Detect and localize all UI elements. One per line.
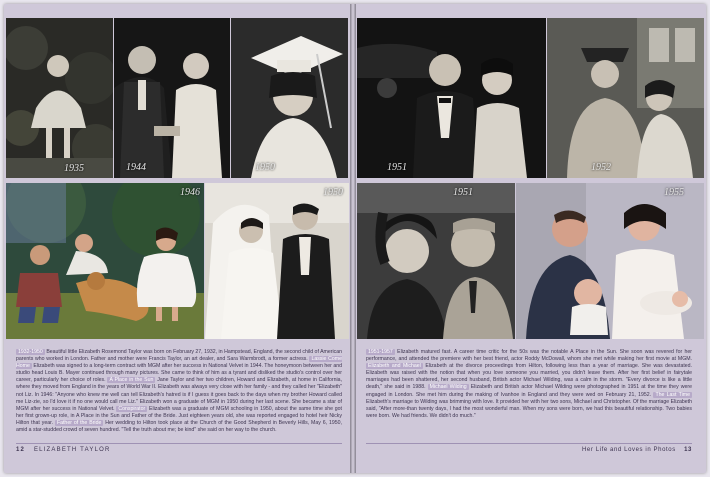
photo-year-label: 1950 (323, 187, 343, 198)
right-page-footer: Her Life and Loves in Photos 13 (582, 447, 692, 453)
photo-1950-wedding: 1950 (205, 183, 349, 339)
photo-year-label: 1935 (64, 163, 84, 174)
photo-1951-tuxedo-couple: 1951 (357, 18, 546, 178)
photo-year-label: 1944 (126, 162, 146, 173)
right-paragraph-1: Elizabeth matured fast. A career time cr… (366, 349, 692, 363)
photo-1952-outdoor-couple: 1952 (547, 18, 704, 178)
left-page-number: 12 (16, 447, 26, 453)
right-paragraph-4: Elizabeth's marriage to Wilding was brim… (366, 398, 692, 419)
photo-1946-garden-dog: 1946 (6, 183, 204, 339)
photo-1952-image (547, 18, 704, 178)
left-section-lead: 1932-1950 (16, 349, 45, 355)
right-movie-tag: The Last Time (653, 391, 692, 398)
left-running-title: ELIZABETH TAYLOR (33, 447, 111, 453)
left-page-body: 1932-1950 Beautiful little Elizabeth Ros… (16, 349, 342, 434)
right-running-title: Her Life and Loves in Photos (581, 447, 676, 453)
left-page-footer: 12 ELIZABETH TAYLOR (16, 447, 111, 453)
right-movie-tag: Michael Wilding (427, 384, 469, 391)
photo-1950-wedding-image (205, 183, 349, 339)
left-movie-tag: Father of the Bride (54, 419, 104, 426)
photo-1946-image (6, 183, 204, 339)
photo-1944-man-girl: 1944 (114, 18, 230, 178)
left-footer-rule (16, 443, 342, 444)
photo-year-label: 1951 (387, 162, 407, 173)
left-movie-tag: A Place in the Sun (107, 377, 156, 384)
photo-year-label: 1951 (453, 187, 473, 198)
photo-1935-image (6, 18, 113, 178)
photo-1950-grad-image (231, 18, 348, 178)
right-page-number: 13 (684, 447, 692, 453)
right-footer-rule (366, 443, 692, 444)
photo-year-label: 1955 (664, 187, 684, 198)
photo-1951-close-couple: 1951 (357, 183, 515, 339)
right-page-body: 1951-1957 Elizabeth matured fast. A care… (366, 349, 692, 420)
photo-1951-tux-image (357, 18, 546, 178)
left-movie-tag: Conspirator (116, 405, 148, 412)
photo-1951-close-image (357, 183, 515, 339)
photo-year-label: 1952 (591, 162, 611, 173)
photo-year-label: 1950 (255, 162, 275, 173)
photo-1935-child: 1935 (6, 18, 113, 178)
photo-1944-image (114, 18, 230, 178)
photo-1955-image (516, 183, 704, 339)
book-spine (350, 4, 356, 473)
left-paragraph-1: Beautiful little Elizabeth Rosemond Tayl… (16, 349, 342, 363)
photo-year-label: 1946 (180, 187, 200, 198)
right-movie-tag: Elizabeth and Michael (366, 363, 423, 370)
photo-1950-graduation: 1950 (231, 18, 348, 178)
photo-1955-family-baby: 1955 (516, 183, 704, 339)
right-section-lead: 1951-1957 (366, 349, 395, 355)
